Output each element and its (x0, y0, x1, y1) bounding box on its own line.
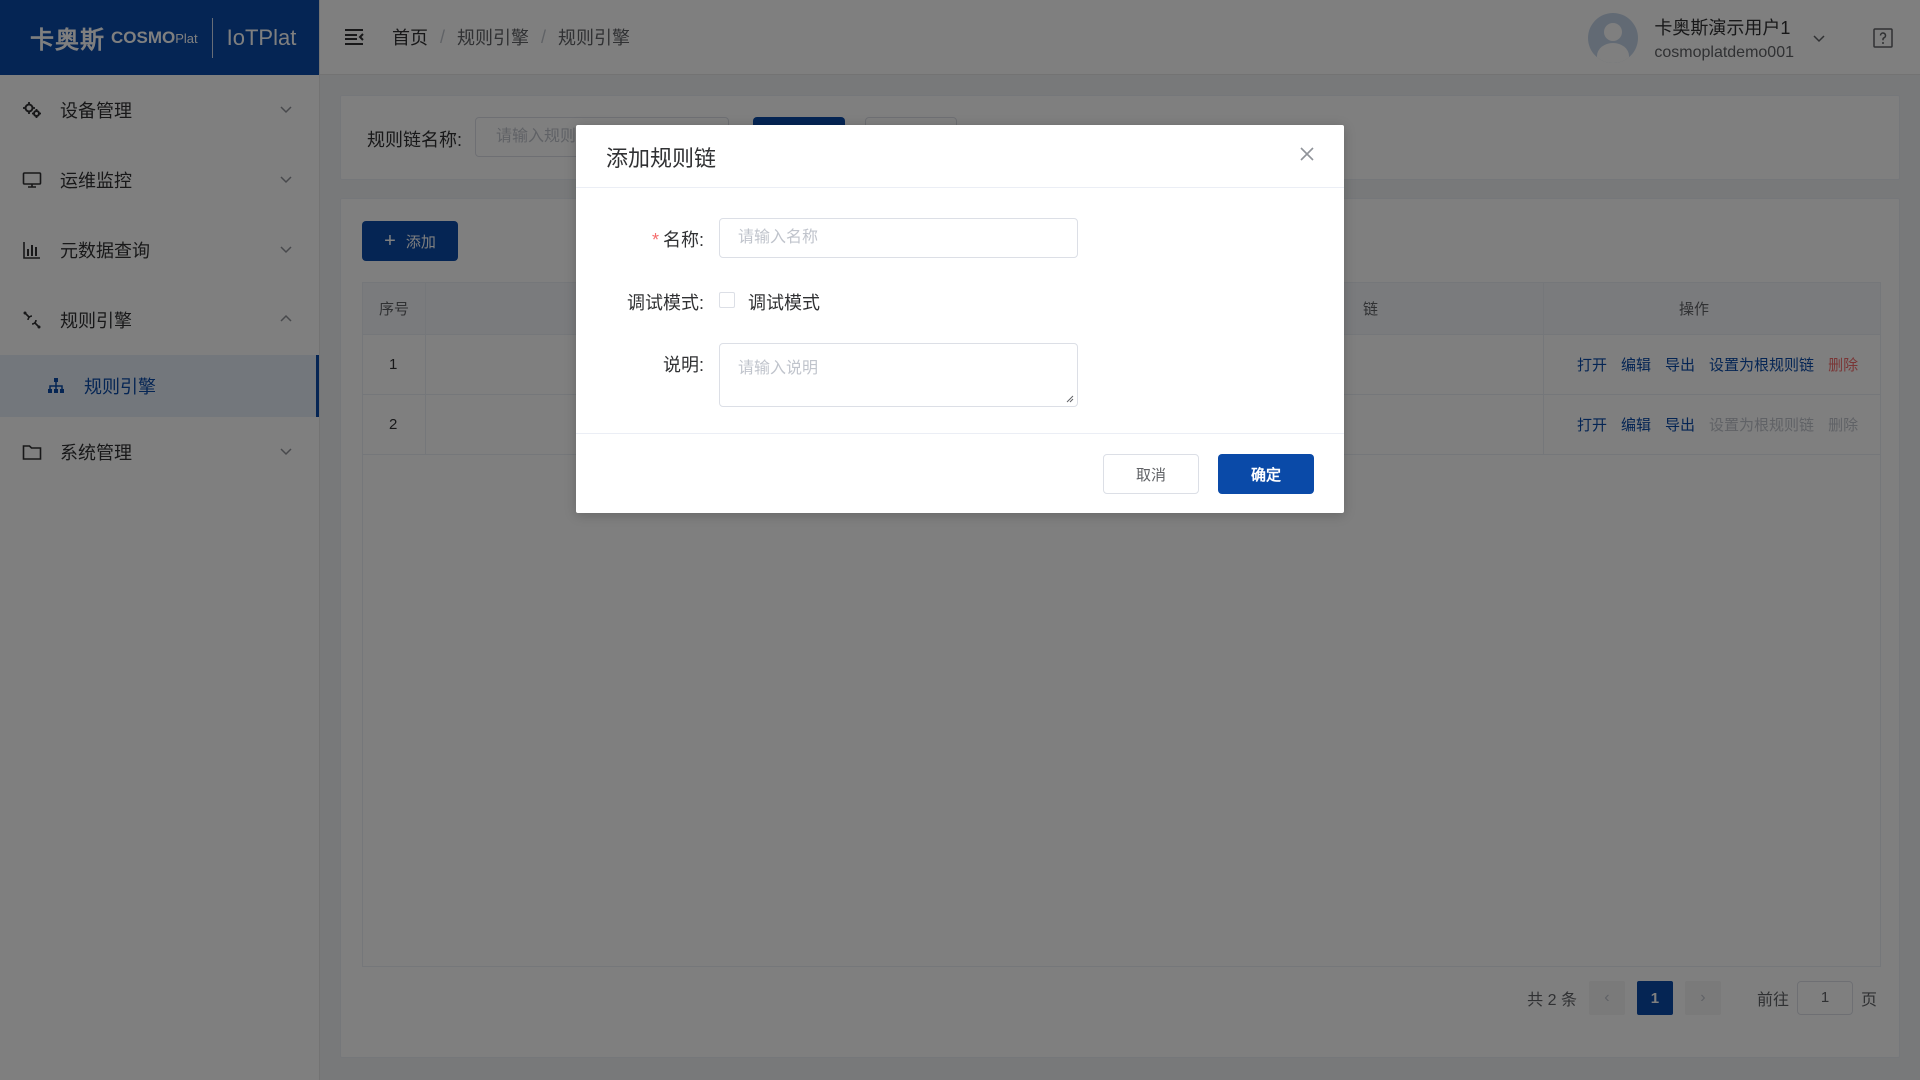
close-icon[interactable] (1298, 145, 1316, 163)
cancel-button[interactable]: 取消 (1103, 454, 1199, 494)
name-field-label: * 名称: (651, 230, 704, 250)
dialog-header: 添加规则链 (576, 125, 1344, 188)
add-rule-chain-dialog: 添加规则链 * 名称: 请输入名称 调试模式: 调试模式 说明: 请输入说明 取消… (576, 125, 1344, 513)
dialog-footer: 取消 确定 (576, 433, 1344, 513)
debug-mode-checkbox-label[interactable]: 调试模式 (748, 289, 820, 315)
debug-mode-label: 调试模式: (626, 293, 704, 313)
description-textarea[interactable]: 请输入说明 (719, 343, 1078, 407)
resize-handle-icon[interactable] (1064, 393, 1074, 403)
debug-mode-checkbox[interactable] (719, 292, 735, 308)
description-placeholder: 请输入说明 (738, 360, 819, 377)
name-input[interactable]: 请输入名称 (719, 218, 1078, 258)
description-label: 说明: (662, 355, 704, 375)
confirm-button[interactable]: 确定 (1218, 454, 1314, 494)
dialog-title: 添加规则链 (606, 146, 717, 171)
required-mark: * (651, 230, 659, 250)
